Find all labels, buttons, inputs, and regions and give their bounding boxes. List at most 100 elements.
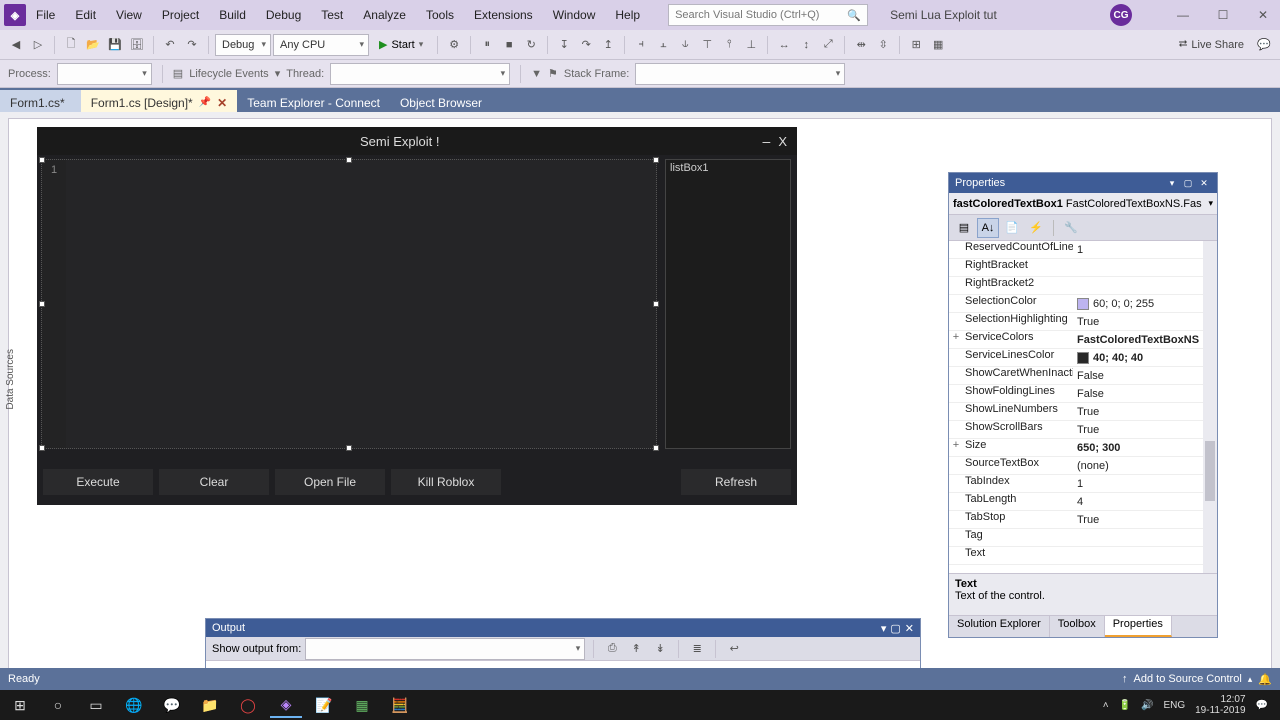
tray-expand-icon[interactable]: ˄	[1103, 700, 1109, 711]
redo-icon[interactable]: ↷	[182, 35, 202, 55]
menu-view[interactable]: View	[106, 4, 152, 26]
properties-object-selector[interactable]: fastColoredTextBox1 FastColoredTextBoxNS…	[949, 193, 1217, 215]
properties-titlebar[interactable]: Properties ▾ ▢ ✕	[949, 173, 1217, 193]
openfile-button[interactable]: Open File	[275, 469, 385, 495]
listbox1[interactable]: listBox1	[665, 159, 791, 449]
size-width-icon[interactable]: ↔	[774, 35, 794, 55]
pin-icon[interactable]: 📌	[199, 97, 211, 108]
clock-time[interactable]: 12:07	[1195, 694, 1245, 705]
tab-form1-design[interactable]: Form1.cs [Design]* 📌 ✕	[81, 90, 238, 112]
alphabetical-icon[interactable]: A↓	[977, 218, 999, 238]
menu-file[interactable]: File	[26, 4, 65, 26]
property-row[interactable]: TabStopTrue	[949, 511, 1217, 529]
clock-date[interactable]: 19-11-2019	[1195, 705, 1245, 716]
properties-scrollbar[interactable]	[1203, 241, 1217, 573]
align-middle-icon[interactable]: ⫯	[719, 35, 739, 55]
menu-debug[interactable]: Debug	[256, 4, 311, 26]
output-close-icon[interactable]: ✕	[905, 622, 914, 635]
undo-icon[interactable]: ↶	[160, 35, 180, 55]
output-dropdown-icon[interactable]: ▾	[881, 622, 887, 635]
size-both-icon[interactable]: ⤢	[818, 35, 838, 55]
align-bottom-icon[interactable]: ⊥	[741, 35, 761, 55]
menu-help[interactable]: Help	[605, 4, 650, 26]
align-right-icon[interactable]: ⫝	[675, 35, 695, 55]
action-center-icon[interactable]: 💬	[1256, 700, 1268, 711]
chrome-icon[interactable]: 🌐	[118, 692, 150, 718]
property-row[interactable]: ShowFoldingLinesFalse	[949, 385, 1217, 403]
properties-page-icon[interactable]: 📄	[1001, 218, 1023, 238]
bring-front-icon[interactable]: ▦	[928, 35, 948, 55]
align-top-icon[interactable]: ⊤	[697, 35, 717, 55]
fastcoloredtextbox[interactable]: 1	[41, 159, 657, 449]
property-row[interactable]: SelectionColor60; 0; 0; 255	[949, 295, 1217, 313]
property-row[interactable]: SourceTextBox(none)	[949, 457, 1217, 475]
stackframe-combo[interactable]	[635, 63, 845, 85]
refresh-button[interactable]: Refresh	[681, 469, 791, 495]
property-row[interactable]: ServiceLinesColor40; 40; 40	[949, 349, 1217, 367]
process-combo[interactable]	[57, 63, 152, 85]
system-tray[interactable]: ˄ 🔋 🔊 ENG 12:07 19-11-2019 💬	[1103, 694, 1276, 716]
task-view-icon[interactable]: ▭	[80, 692, 112, 718]
property-row[interactable]: +Size650; 300	[949, 439, 1217, 457]
add-source-control-icon[interactable]: ↑	[1122, 673, 1128, 685]
discord-icon[interactable]: 💬	[156, 692, 188, 718]
output-find-icon[interactable]: ⎙	[602, 639, 622, 659]
output-source-combo[interactable]	[305, 638, 585, 660]
categorized-icon[interactable]: ▤	[953, 218, 975, 238]
output-next-icon[interactable]: ↡	[650, 639, 670, 659]
notification-bell-icon[interactable]: 🔔	[1258, 673, 1272, 686]
panel-pin-icon[interactable]: ▢	[1181, 176, 1195, 190]
property-row[interactable]: Tag	[949, 529, 1217, 547]
menu-test[interactable]: Test	[311, 4, 353, 26]
property-row[interactable]: RightBracket2	[949, 277, 1217, 295]
user-avatar[interactable]: CG	[1110, 4, 1132, 26]
form-minimize-icon[interactable]: –	[763, 133, 771, 149]
menu-project[interactable]: Project	[152, 4, 209, 26]
language-indicator[interactable]: ENG	[1163, 700, 1185, 711]
volume-icon[interactable]: 🔊	[1141, 700, 1153, 711]
property-row[interactable]: +ServiceColorsFastColoredTextBoxNS	[949, 331, 1217, 349]
events-icon[interactable]: ⚡	[1025, 218, 1047, 238]
start-menu-icon[interactable]: ⊞	[4, 692, 36, 718]
data-sources-tab[interactable]: Data Sources	[5, 349, 16, 410]
nav-fwd-icon[interactable]: ▷	[28, 35, 48, 55]
cortana-search-icon[interactable]: ○	[42, 692, 74, 718]
app-icon[interactable]: ▦	[346, 692, 378, 718]
menu-tools[interactable]: Tools	[416, 4, 464, 26]
notepad-icon[interactable]: 📝	[308, 692, 340, 718]
property-row[interactable]: ShowLineNumbersTrue	[949, 403, 1217, 421]
tab-toolbox[interactable]: Toolbox	[1050, 616, 1105, 637]
align-center-icon[interactable]: ⫠	[653, 35, 673, 55]
debug-stop-icon[interactable]: ■	[499, 35, 519, 55]
property-row[interactable]: ShowScrollBarsTrue	[949, 421, 1217, 439]
calculator-icon[interactable]: 🧮	[384, 692, 416, 718]
properties-grid[interactable]: ReservedCountOfLine1RightBracketRightBra…	[949, 241, 1217, 573]
design-form[interactable]: Semi Exploit ! – X 1 listBox1 Execute Cl…	[37, 127, 797, 505]
open-file-icon[interactable]: 📂	[83, 35, 103, 55]
property-row[interactable]: RightBracket	[949, 259, 1217, 277]
save-icon[interactable]: 💾	[105, 35, 125, 55]
hspace-icon[interactable]: ⇹	[851, 35, 871, 55]
flag-icon[interactable]: ⚑	[548, 67, 558, 80]
filter-icon[interactable]: ▼	[531, 68, 542, 80]
tool-icon[interactable]: ⚙	[444, 35, 464, 55]
panel-dropdown-icon[interactable]: ▾	[1165, 176, 1179, 190]
output-pin-icon[interactable]: ▢	[890, 622, 900, 635]
output-wordwrap-icon[interactable]: ↩	[724, 639, 744, 659]
explorer-icon[interactable]: 📁	[194, 692, 226, 718]
debug-stepout-icon[interactable]: ↥	[598, 35, 618, 55]
property-row[interactable]: ReservedCountOfLine1	[949, 241, 1217, 259]
property-row[interactable]: TabLength4	[949, 493, 1217, 511]
start-debug-button[interactable]: ▶ Start ▾	[371, 34, 431, 56]
tab-object-browser[interactable]: Object Browser	[390, 90, 492, 112]
execute-button[interactable]: Execute	[43, 469, 153, 495]
thread-combo[interactable]	[330, 63, 510, 85]
property-row[interactable]: ShowCaretWhenInactiFalse	[949, 367, 1217, 385]
window-close-button[interactable]: ✕	[1250, 4, 1276, 26]
feedback-icon[interactable]: 💬	[1254, 35, 1274, 55]
battery-icon[interactable]: 🔋	[1119, 700, 1131, 711]
debug-step-icon[interactable]: ⏸	[477, 35, 497, 55]
debug-restart-icon[interactable]: ↻	[521, 35, 541, 55]
output-clear-icon[interactable]: ≣	[687, 639, 707, 659]
live-share-button[interactable]: ⮂ Live Share	[1171, 38, 1252, 51]
